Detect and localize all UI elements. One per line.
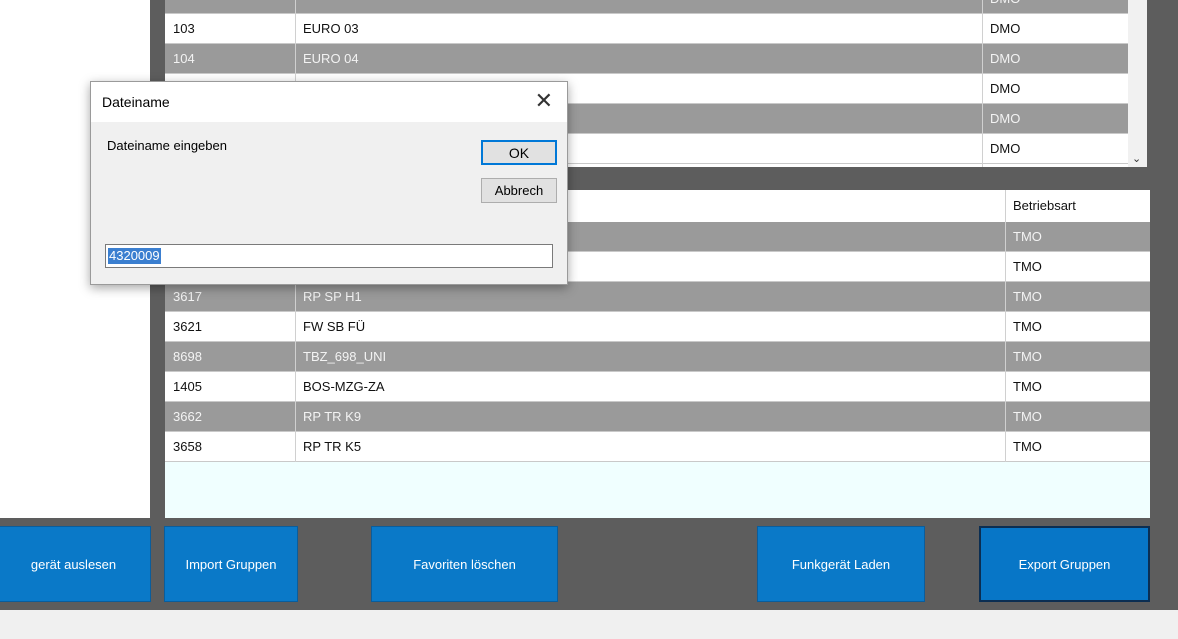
chevron-down-icon[interactable]: ⌄ [1132,152,1141,165]
table-row[interactable]: 8698 TBZ_698_UNI TMO [165,342,1150,372]
dialog-title: Dateiname [102,94,170,110]
dialog-prompt: Dateiname eingeben [107,138,227,153]
table-row[interactable]: 3621 FW SB FÜ TMO [165,312,1150,342]
column-separator [982,0,983,167]
column-header-mode[interactable]: Betriebsart [1013,190,1076,222]
table-row[interactable]: 3617 RP SP H1 TMO [165,282,1150,312]
filename-dialog: Dateiname ✕ Dateiname eingeben OK Abbrec… [90,81,568,285]
status-strip [0,610,1178,639]
ok-button[interactable]: OK [481,140,557,165]
read-device-button[interactable]: gerät auslesen [0,526,151,602]
delete-favorites-button[interactable]: Favoriten löschen [371,526,558,602]
column-separator [1005,190,1006,462]
close-icon[interactable]: ✕ [535,88,553,114]
table-row[interactable]: 3658 RP TR K5 TMO [165,432,1150,462]
filename-input-value: 4320009 [108,248,161,264]
table-row[interactable]: DMO [165,0,1128,14]
top-grid-scrollbar[interactable]: ⌄ [1128,0,1147,167]
cancel-button[interactable]: Abbrech [481,178,557,203]
import-groups-button[interactable]: Import Gruppen [164,526,298,602]
filename-input[interactable]: 4320009 [105,244,553,268]
table-row[interactable]: 1405 BOS-MZG-ZA TMO [165,372,1150,402]
table-row[interactable]: 104 EURO 04 DMO [165,44,1128,74]
load-device-button[interactable]: Funkgerät Laden [757,526,925,602]
table-row[interactable]: 103 EURO 03 DMO [165,14,1128,44]
dialog-titlebar[interactable]: Dateiname ✕ [91,82,567,122]
table-row[interactable]: 3662 RP TR K9 TMO [165,402,1150,432]
export-groups-button[interactable]: Export Gruppen [979,526,1150,602]
